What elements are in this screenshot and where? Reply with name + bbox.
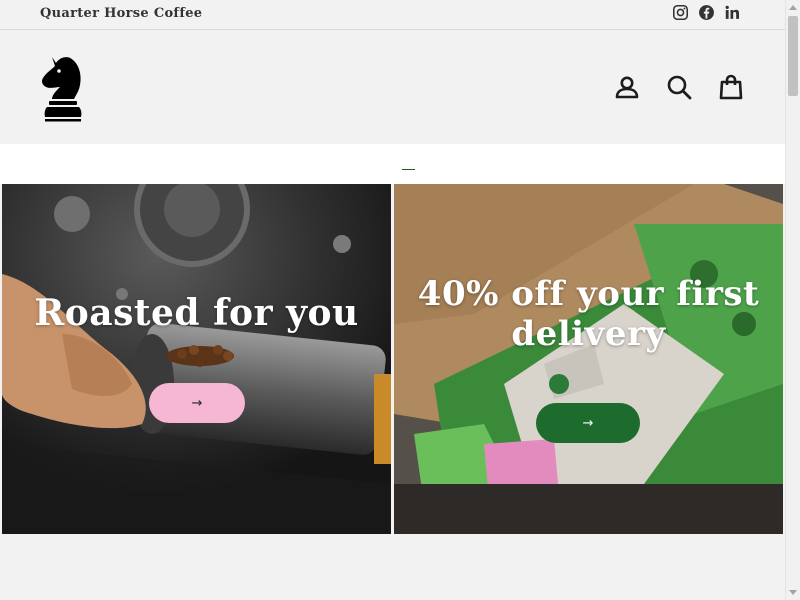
social-links	[672, 4, 741, 21]
knight-logo-icon[interactable]	[38, 51, 86, 123]
scroll-up-arrow-icon[interactable]	[789, 5, 797, 10]
coffee-bags-photo	[394, 184, 783, 534]
promo-title: 40% off your first delivery	[417, 274, 760, 354]
linkedin-icon[interactable]	[724, 4, 741, 21]
instagram-icon[interactable]	[672, 4, 689, 21]
account-icon[interactable]	[613, 73, 641, 101]
cart-icon[interactable]	[717, 73, 745, 101]
facebook-icon[interactable]	[698, 4, 715, 21]
roaster-photo	[2, 184, 391, 534]
scroll-down-arrow-icon[interactable]	[789, 590, 797, 595]
page-scrollbar[interactable]	[785, 0, 800, 600]
header-actions	[613, 73, 745, 101]
roasted-cta-button[interactable]: →	[149, 383, 245, 423]
site-header	[0, 31, 785, 144]
promo-roasted[interactable]: Roasted for you →	[2, 184, 391, 534]
first-delivery-cta-button[interactable]: →	[536, 403, 640, 443]
shop-name[interactable]: Quarter Horse Coffee	[40, 6, 202, 21]
top-bar: Quarter Horse Coffee	[0, 0, 785, 30]
scroll-thumb[interactable]	[788, 16, 798, 96]
promo-title: Roasted for you	[34, 292, 359, 334]
search-icon[interactable]	[665, 73, 693, 101]
promo-first-delivery[interactable]: 40% off your first delivery →	[394, 184, 783, 534]
announcement-link[interactable]	[402, 160, 415, 170]
announcement-bar	[0, 144, 785, 184]
